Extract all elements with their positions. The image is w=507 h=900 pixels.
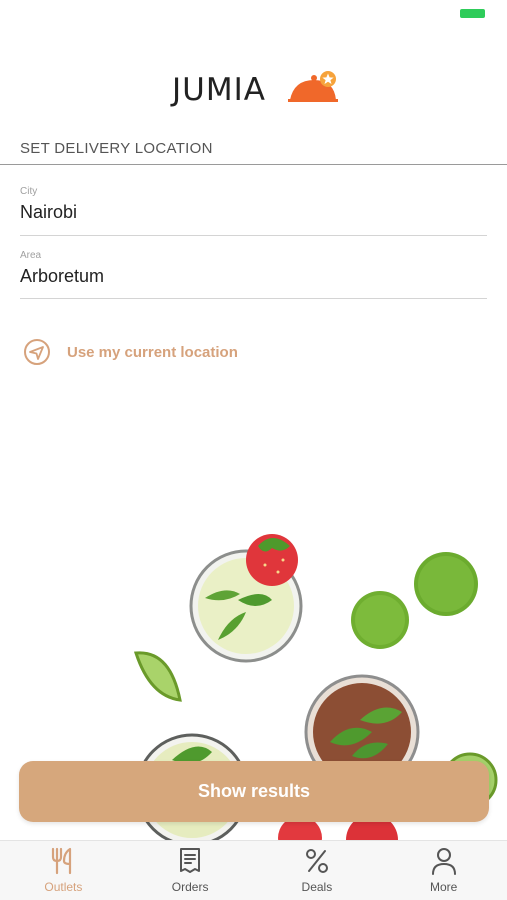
show-results-button[interactable]: Show results — [19, 761, 489, 822]
use-current-location-label: Use my current location — [67, 343, 238, 361]
percent-icon — [305, 849, 328, 873]
area-field[interactable]: Area Arboretum — [20, 250, 487, 299]
city-field[interactable]: City Nairobi — [20, 186, 487, 236]
tab-outlets[interactable]: Outlets — [0, 841, 127, 900]
fork-knife-icon — [52, 847, 72, 875]
use-current-location-button[interactable]: Use my current location — [23, 338, 238, 366]
tab-outlets-label: Outlets — [44, 880, 83, 894]
battery-icon — [460, 9, 485, 18]
divider — [0, 164, 507, 165]
person-icon — [431, 848, 456, 875]
tab-more-label: More — [429, 880, 458, 894]
tab-more[interactable]: More — [380, 841, 507, 900]
tab-orders[interactable]: Orders — [127, 841, 254, 900]
location-arrow-icon — [24, 339, 50, 365]
tab-deals-label: Deals — [301, 880, 333, 894]
city-value: Nairobi — [20, 202, 78, 222]
bottom-tab-bar: Outlets Orders Deals More — [0, 840, 507, 900]
city-label: City — [20, 186, 38, 197]
area-label: Area — [20, 250, 42, 261]
section-title: SET DELIVERY LOCATION — [20, 140, 213, 157]
logo-wordmark: JUMIA — [172, 72, 266, 108]
food-cloche-icon — [288, 71, 338, 102]
receipt-icon — [180, 848, 201, 873]
tab-orders-label: Orders — [171, 880, 209, 894]
area-value: Arboretum — [20, 266, 105, 286]
tab-deals[interactable]: Deals — [254, 841, 381, 900]
jumia-logo: JUMIA — [0, 70, 507, 110]
